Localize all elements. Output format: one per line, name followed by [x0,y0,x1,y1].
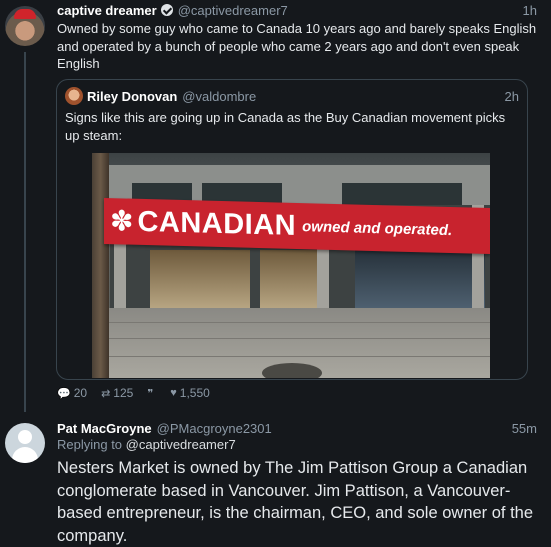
reply-tweet[interactable]: Pat MacGroyne @PMacgroyne2301 55m Replyi… [0,415,551,545]
maple-leaf-icon: ✽ [110,205,134,237]
retweet-button[interactable]: ⇄ 125 [101,386,133,400]
author-handle[interactable]: @captivedreamer7 [178,3,288,18]
quoted-author-handle: @valdombre [182,88,257,104]
quoted-tweet[interactable]: Riley Donovan @valdombre 2h Signs like t… [56,79,528,380]
like-count: 1,550 [179,386,210,400]
quoted-tweet-header: Riley Donovan @valdombre 2h [87,87,519,105]
original-tweet[interactable]: captive dreamer @captivedreamer7 1h Owne… [0,0,551,415]
reply-time[interactable]: 55m [512,421,537,436]
reply-count: 20 [73,386,88,400]
avatar [65,87,83,105]
retweet-count: 125 [113,386,134,400]
quoted-tweet-text: Signs like this are going up in Canada a… [65,110,506,143]
reply-author-handle[interactable]: @PMacgroyne2301 [157,421,272,436]
reply-text: Nesters Market is owned by The Jim Patti… [57,459,534,545]
tweet-time[interactable]: 1h [523,3,537,18]
heart-icon: ♥ [170,387,177,399]
quote-button[interactable]: ❞ [147,387,156,400]
author-name[interactable]: captive dreamer [57,3,157,18]
banner-text: CANADIAN [137,205,297,242]
comment-icon: 💬 [57,387,71,400]
reply-button[interactable]: 💬 20 [57,386,87,400]
replying-to-handle[interactable]: @captivedreamer7 [126,437,236,452]
avatar[interactable] [5,6,45,46]
quoted-author-name: Riley Donovan [87,88,178,104]
replying-to-prefix: Replying to [57,437,126,452]
quoted-tweet-time: 2h [504,88,519,104]
banner-subtext: owned and operated. [302,217,453,239]
verified-badge-icon [160,4,173,16]
replying-to: Replying to @captivedreamer7 [57,437,236,452]
quote-icon: ❞ [147,387,154,400]
retweet-icon: ⇄ [101,387,111,400]
reply-header: Pat MacGroyne @PMacgroyne2301 55m [57,419,537,437]
reply-author-name[interactable]: Pat MacGroyne [57,421,152,436]
tweet-header: captive dreamer @captivedreamer7 1h [57,1,537,19]
avatar[interactable] [5,423,45,463]
tweet-text: Owned by some guy who came to Canada 10 … [57,21,537,71]
thread-line [24,52,26,412]
tweet-photo[interactable]: ✽ CANADIAN owned and operated. [92,153,490,378]
like-button[interactable]: ♥ 1,550 [170,386,210,400]
tweet-actions: 💬 20 ⇄ 125 ❞ ♥ 1,550 [57,384,224,402]
